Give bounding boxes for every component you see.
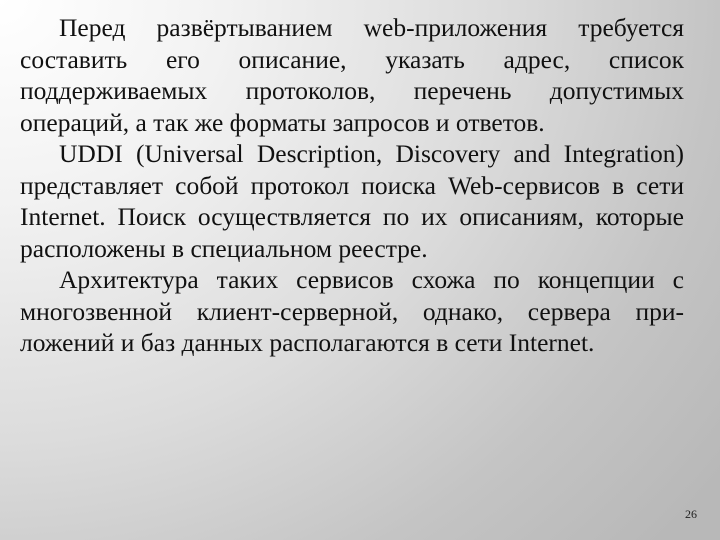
paragraph-web-app-description: Перед развёртыванием web-приложения треб…	[20, 13, 684, 137]
slide-number: 26	[685, 507, 697, 521]
slide: { "slide": { "paragraphs": [ "Перед разв…	[0, 0, 720, 540]
paragraph-uddi: UDDI (Universal Description, Discovery a…	[20, 139, 684, 263]
paragraph-architecture: Архитектура таких сервисов схожа по конц…	[20, 265, 684, 357]
slide-body: Перед развёртыванием web-приложения треб…	[20, 12, 684, 359]
